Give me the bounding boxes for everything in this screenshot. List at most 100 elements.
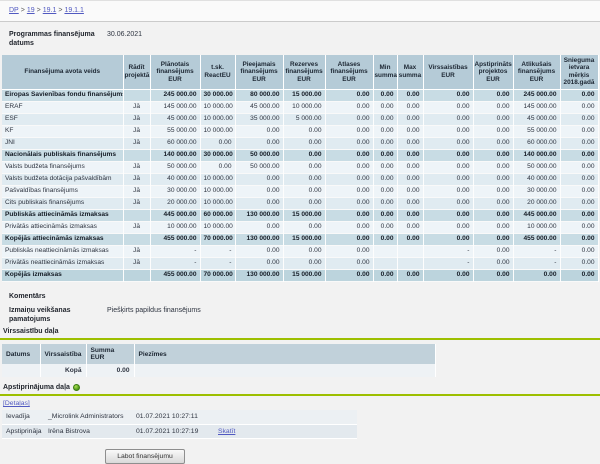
value-cell: 10 000.00 xyxy=(200,173,235,185)
breadcrumb-link-19-1[interactable]: 19.1 xyxy=(43,7,57,14)
value-cell: 0.00 xyxy=(373,209,397,221)
show-in-project-cell: Jā xyxy=(123,173,150,185)
breadcrumb-link-19-1-1[interactable]: 19.1.1 xyxy=(64,7,83,14)
details-link[interactable]: [Detaļas] xyxy=(3,400,30,407)
value-cell: 0.00 xyxy=(373,149,397,161)
overcommitment-table: Datums Virssaistība Summa EUR Piezīmes K… xyxy=(2,344,436,377)
value-cell: 45 000.00 xyxy=(235,101,283,113)
value-cell: 0.00 xyxy=(423,161,473,173)
column-header: t.sk. ReactEU xyxy=(200,55,235,89)
value-cell: - xyxy=(150,245,200,257)
value-cell: 0.00 xyxy=(397,125,423,137)
value-cell: 0.00 xyxy=(373,113,397,125)
value-cell: 0.00 xyxy=(473,113,513,125)
value-cell: 0.00 xyxy=(325,233,373,245)
row-label: Nacionālais publiskais finansējums xyxy=(2,149,123,161)
value-cell: 0.00 xyxy=(373,269,397,281)
row-label: KF xyxy=(2,125,123,137)
table-row: Cits publiskais finansējumsJā20 000.0010… xyxy=(2,197,598,209)
value-cell: 0.00 xyxy=(325,185,373,197)
value-cell: 15 000.00 xyxy=(283,209,325,221)
show-in-project-cell: Jā xyxy=(123,125,150,137)
show-in-project-cell: Jā xyxy=(123,221,150,233)
value-cell: 0.00 xyxy=(397,101,423,113)
approved-by-datetime: 01.07.2021 10:27:19 xyxy=(132,424,214,439)
value-cell: 0.00 xyxy=(560,137,598,149)
value-cell: 0.00 xyxy=(325,257,373,269)
value-cell: 10 000.00 xyxy=(200,221,235,233)
total-value: 0.00 xyxy=(86,364,134,377)
column-header: Virssaistības EUR xyxy=(423,55,473,89)
value-cell: 50 000.00 xyxy=(513,161,560,173)
value-cell: 0.00 xyxy=(397,113,423,125)
value-cell: 245 000.00 xyxy=(513,89,560,101)
column-header: Finansējuma avota veids xyxy=(2,55,123,89)
value-cell: 0.00 xyxy=(373,161,397,173)
section-divider xyxy=(0,338,600,340)
empty-cell xyxy=(214,410,357,424)
value-cell: 70 000.00 xyxy=(200,233,235,245)
value-cell: 245 000.00 xyxy=(150,89,200,101)
value-cell: - xyxy=(513,245,560,257)
value-cell: 55 000.00 xyxy=(150,125,200,137)
value-cell: 0.00 xyxy=(560,221,598,233)
value-cell: 0.00 xyxy=(397,137,423,149)
show-in-project-cell: Jā xyxy=(123,197,150,209)
value-cell: 0.00 xyxy=(397,161,423,173)
empty-cell xyxy=(134,364,435,377)
value-cell: 0.00 xyxy=(560,149,598,161)
column-header: Min summa xyxy=(373,55,397,89)
approved-by-row: Apstiprināja Irēna Bistrova 01.07.2021 1… xyxy=(2,424,357,439)
value-cell: 0.00 xyxy=(473,125,513,137)
column-header: Rādīt projektā xyxy=(123,55,150,89)
value-cell: 0.00 xyxy=(235,221,283,233)
value-cell: 30 000.00 xyxy=(513,185,560,197)
value-cell: 10 000.00 xyxy=(200,185,235,197)
row-label: Publiskās attiecināmās izmaksas xyxy=(2,209,123,221)
value-cell: 40 000.00 xyxy=(513,173,560,185)
value-cell: 0.00 xyxy=(373,101,397,113)
empty-cell xyxy=(2,364,40,377)
value-cell: 0.00 xyxy=(397,269,423,281)
column-header: Max summa xyxy=(397,55,423,89)
value-cell: 30 000.00 xyxy=(150,185,200,197)
breadcrumb-link-dp[interactable]: DP xyxy=(9,7,19,14)
show-in-project-cell xyxy=(123,233,150,245)
table-row: Privātās attiecināmās izmaksasJā10 000.0… xyxy=(2,221,598,233)
row-label: Eiropas Savienības fondu finansējums xyxy=(2,89,123,101)
value-cell: 0.00 xyxy=(423,221,473,233)
row-label: Privātās neattiecināmās izmaksas xyxy=(2,257,123,269)
column-header: Apstiprināts projektos EUR xyxy=(473,55,513,89)
value-cell: 0.00 xyxy=(283,137,325,149)
value-cell: 0.00 xyxy=(423,233,473,245)
value-cell: 10 000.00 xyxy=(513,221,560,233)
value-cell: 0.00 xyxy=(560,233,598,245)
value-cell: 140 000.00 xyxy=(150,149,200,161)
value-cell: 0.00 xyxy=(325,269,373,281)
breadcrumb-link-19[interactable]: 19 xyxy=(27,7,35,14)
value-cell: - xyxy=(513,257,560,269)
value-cell xyxy=(373,245,397,257)
value-cell: 0.00 xyxy=(473,221,513,233)
edit-funding-button[interactable]: Labot finansējumu xyxy=(105,449,185,464)
view-link[interactable]: Skatīt xyxy=(218,428,235,435)
value-cell: 0.00 xyxy=(235,257,283,269)
value-cell: 0.00 xyxy=(423,101,473,113)
value-cell: 0.00 xyxy=(283,257,325,269)
value-cell: 0.00 xyxy=(560,161,598,173)
value-cell: 0.00 xyxy=(473,269,513,281)
value-cell: 30 000.00 xyxy=(200,149,235,161)
value-cell: 0.00 xyxy=(397,185,423,197)
change-reason-value: Piešķirts papildus finansējums xyxy=(105,307,201,324)
value-cell: 0.00 xyxy=(325,209,373,221)
row-label: ERAF xyxy=(2,101,123,113)
section-divider xyxy=(0,394,600,396)
row-label: Publiskās neattiecināmās izmaksas xyxy=(2,245,123,257)
value-cell: 0.00 xyxy=(473,233,513,245)
value-cell: 40 000.00 xyxy=(150,173,200,185)
table-row: Publiskās attiecināmās izmaksas445 000.0… xyxy=(2,209,598,221)
value-cell: 15 000.00 xyxy=(283,269,325,281)
value-cell: 0.00 xyxy=(397,173,423,185)
overcommitment-header-row: Datums Virssaistība Summa EUR Piezīmes xyxy=(2,344,435,364)
value-cell: 20 000.00 xyxy=(513,197,560,209)
